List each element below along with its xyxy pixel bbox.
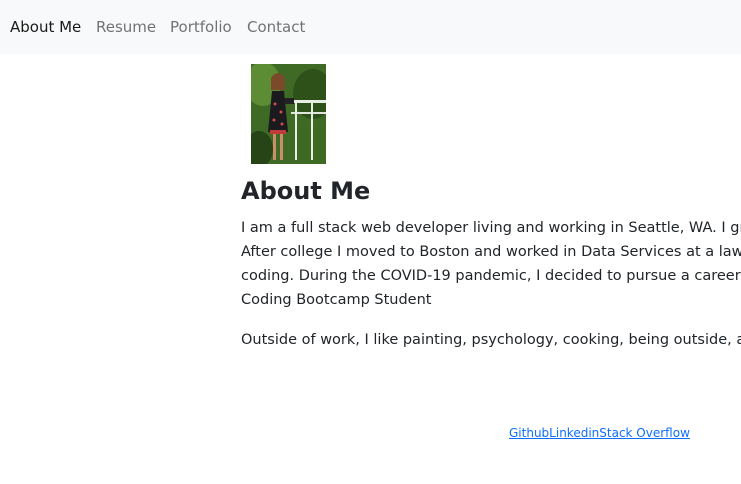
page-title: About Me (241, 177, 371, 205)
profile-photo (251, 64, 326, 164)
bio-line: I am a full stack web developer living a… (241, 220, 741, 236)
nav-link-contact[interactable]: Contact (247, 17, 305, 37)
linkedin-link[interactable]: Linkedin (549, 426, 599, 440)
bio-line: After college I moved to Boston and work… (241, 244, 741, 260)
nav-link-about-me[interactable]: About Me (10, 17, 81, 37)
bio-paragraph: I am a full stack web developer living a… (241, 216, 741, 312)
bio-line: Coding Bootcamp Student (241, 292, 432, 308)
nav-link-portfolio[interactable]: Portfolio (170, 17, 232, 37)
navbar: About Me Resume Portfolio Contact (0, 0, 741, 54)
github-link[interactable]: Github (509, 426, 549, 440)
bio-line: coding. During the COVID-19 pandemic, I … (241, 268, 741, 284)
hobbies-paragraph: Outside of work, I like painting, psycho… (241, 332, 741, 348)
nav-link-resume[interactable]: Resume (96, 17, 156, 37)
footer-links: GithubLinkedinStack Overflow (509, 424, 690, 442)
stack-overflow-link[interactable]: Stack Overflow (599, 426, 690, 440)
